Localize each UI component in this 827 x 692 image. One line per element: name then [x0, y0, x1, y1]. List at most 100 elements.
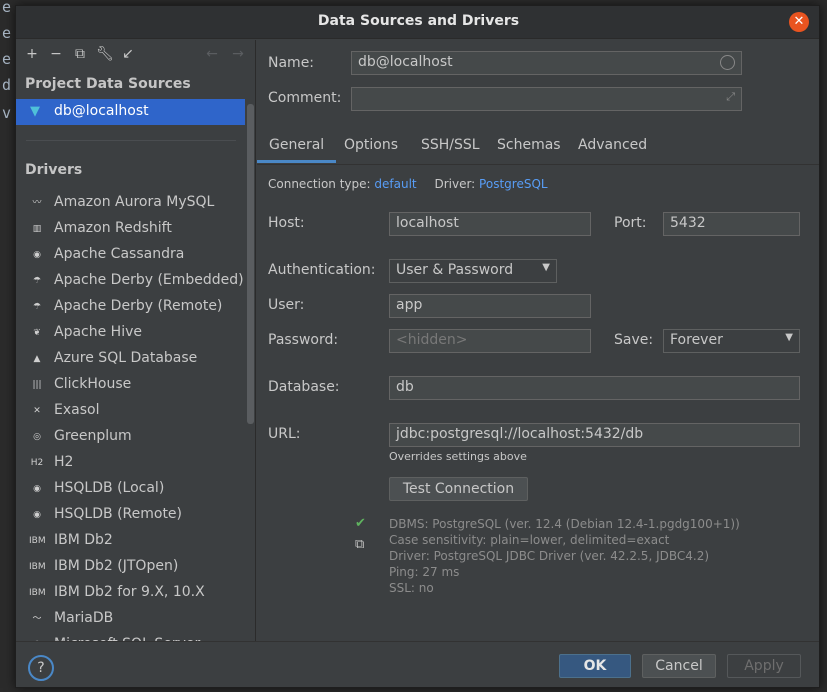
cancel-button[interactable]: Cancel — [642, 654, 716, 678]
help-button[interactable]: ? — [28, 655, 54, 681]
close-button[interactable]: ✕ — [789, 12, 809, 32]
driver-label: Greenplum — [54, 428, 132, 444]
port-field[interactable]: 5432 — [663, 212, 800, 236]
user-field[interactable]: app — [389, 294, 591, 318]
copy-icon[interactable]: ⧉ — [355, 537, 364, 552]
driver-item[interactable]: ||| ClickHouse — [16, 373, 245, 399]
connection-type-link[interactable]: default — [374, 177, 416, 191]
info-ssl: SSL: no — [389, 581, 434, 595]
left-panel: + − ⧉ 🔧︎ ↙ ← → Project Data Sources ▼ db… — [16, 40, 256, 641]
driver-label: Apache Derby (Remote) — [54, 298, 223, 314]
driver-label: H2 — [54, 454, 74, 470]
dialog-titlebar: Data Sources and Drivers ✕ — [16, 6, 819, 39]
expand-icon[interactable]: ⤢ — [726, 90, 735, 104]
hive-icon: ❦ — [33, 328, 41, 338]
host-field[interactable]: localhost — [389, 212, 591, 236]
driver-item[interactable]: IBM IBM Db2 — [16, 529, 245, 555]
driver-label: Apache Derby (Embedded) — [54, 272, 244, 288]
authentication-value: User & Password — [396, 262, 514, 278]
driver-item[interactable]: ◉ HSQLDB (Local) — [16, 477, 245, 503]
url-hint: Overrides settings above — [389, 450, 527, 463]
left-scrollbar[interactable] — [247, 104, 254, 424]
port-label: Port: — [614, 215, 647, 231]
hsqldb-icon: ◉ — [33, 484, 41, 494]
info-driver: Driver: PostgreSQL JDBC Driver (ver. 42.… — [389, 549, 710, 563]
left-toolbar: + − ⧉ 🔧︎ ↙ ← → — [16, 40, 255, 70]
comment-field[interactable]: ⤢ — [351, 87, 742, 111]
save-select[interactable]: Forever ▼ — [663, 329, 800, 353]
driver-label: Driver: — [434, 177, 476, 191]
driver-label: Apache Hive — [54, 324, 142, 340]
tab-general[interactable]: General — [257, 130, 337, 163]
driver-item[interactable]: ◉ Apache Cassandra — [16, 243, 245, 269]
driver-item[interactable]: ◎ Greenplum — [16, 425, 245, 451]
cassandra-icon: ◉ — [33, 250, 41, 260]
mariadb-icon: 〜 — [32, 614, 42, 624]
test-connection-button[interactable]: Test Connection — [389, 477, 528, 501]
driver-item[interactable]: IBM IBM Db2 for 9.X, 10.X — [16, 581, 245, 607]
bg-line: e — [2, 50, 12, 68]
bg-line: v — [2, 104, 12, 122]
driver-item[interactable]: ⚙Microsoft SQL Server — [16, 633, 245, 641]
color-picker-icon[interactable] — [720, 55, 735, 70]
user-label: User: — [268, 297, 305, 313]
bg-line: e — [2, 0, 12, 16]
driver-item[interactable]: ✕ Exasol — [16, 399, 245, 425]
remove-icon[interactable]: − — [48, 46, 64, 62]
tab-advanced[interactable]: Advanced — [566, 130, 659, 163]
save-label: Save: — [614, 332, 654, 348]
driver-item[interactable]: ☂ Apache Derby (Embedded) — [16, 269, 245, 295]
dialog-title: Data Sources and Drivers — [317, 13, 520, 29]
azure-icon: ▲ — [33, 354, 41, 364]
driver-item[interactable]: ▲ Azure SQL Database — [16, 347, 245, 373]
back-arrow-icon[interactable]: ← — [204, 46, 220, 62]
add-icon[interactable]: + — [24, 46, 40, 62]
host-label: Host: — [268, 215, 305, 231]
tab-options[interactable]: Options — [332, 130, 410, 163]
greenplum-icon: ◎ — [33, 432, 41, 442]
driver-item[interactable]: ▥ Amazon Redshift — [16, 217, 245, 243]
postgresql-icon: ▼ — [30, 104, 40, 119]
database-field[interactable]: db — [389, 376, 800, 400]
driver-label: Amazon Aurora MySQL — [54, 194, 215, 210]
ok-button[interactable]: OK — [559, 654, 631, 678]
authentication-select[interactable]: User & Password ▼ — [389, 259, 557, 283]
forward-arrow-icon[interactable]: → — [230, 46, 246, 62]
driver-item[interactable]: ◉ HSQLDB (Remote) — [16, 503, 245, 529]
dialog-footer: ? OK Cancel Apply — [16, 641, 819, 687]
connection-info: DBMS: PostgreSQL (ver. 12.4 (Debian 12.4… — [389, 516, 740, 596]
background-editor: e e e d v — [0, 0, 16, 692]
driver-label: MariaDB — [54, 610, 114, 626]
chevron-down-icon: ▼ — [542, 262, 550, 273]
driver-item[interactable]: ❦ Apache Hive — [16, 321, 245, 347]
data-source-label: db@localhost — [54, 103, 149, 119]
driver-label: Azure SQL Database — [54, 350, 198, 366]
driver-item[interactable]: H2 H2 — [16, 451, 245, 477]
driver-label: Apache Cassandra — [54, 246, 185, 262]
connection-type-row: Connection type: default Driver: Postgre… — [268, 177, 548, 191]
db2-icon: IBM — [29, 562, 46, 572]
import-icon[interactable]: ↙ — [120, 46, 136, 62]
apply-button[interactable]: Apply — [727, 654, 801, 678]
info-ping: Ping: 27 ms — [389, 565, 460, 579]
driver-link[interactable]: PostgreSQL — [479, 177, 548, 191]
driver-item[interactable]: IBM IBM Db2 (JTOpen) — [16, 555, 245, 581]
divider — [26, 140, 236, 141]
driver-item[interactable]: 〰 Amazon Aurora MySQL — [16, 191, 245, 217]
driver-item[interactable]: ☂ Apache Derby (Remote) — [16, 295, 245, 321]
driver-item[interactable]: 〜 MariaDB — [16, 607, 245, 633]
password-field[interactable]: <hidden> — [389, 329, 591, 353]
settings-tabs: General Options SSH/SSL Schemas Advanced — [257, 130, 819, 165]
data-source-item-db-localhost[interactable]: ▼ db@localhost — [16, 99, 245, 125]
duplicate-icon[interactable]: ⧉ — [72, 46, 88, 62]
name-field[interactable]: db@localhost — [351, 51, 742, 75]
bg-line: e — [2, 24, 12, 42]
driver-label: Exasol — [54, 402, 100, 418]
derby-icon: ☂ — [32, 302, 42, 312]
wrench-icon[interactable]: 🔧︎ — [96, 46, 114, 62]
tab-schemas[interactable]: Schemas — [485, 130, 573, 163]
tab-ssh-ssl[interactable]: SSH/SSL — [409, 130, 492, 163]
derby-icon: ☂ — [32, 276, 42, 286]
url-field[interactable]: jdbc:postgresql://localhost:5432/db — [389, 423, 800, 447]
info-case-sensitivity: Case sensitivity: plain=lower, delimited… — [389, 533, 670, 547]
